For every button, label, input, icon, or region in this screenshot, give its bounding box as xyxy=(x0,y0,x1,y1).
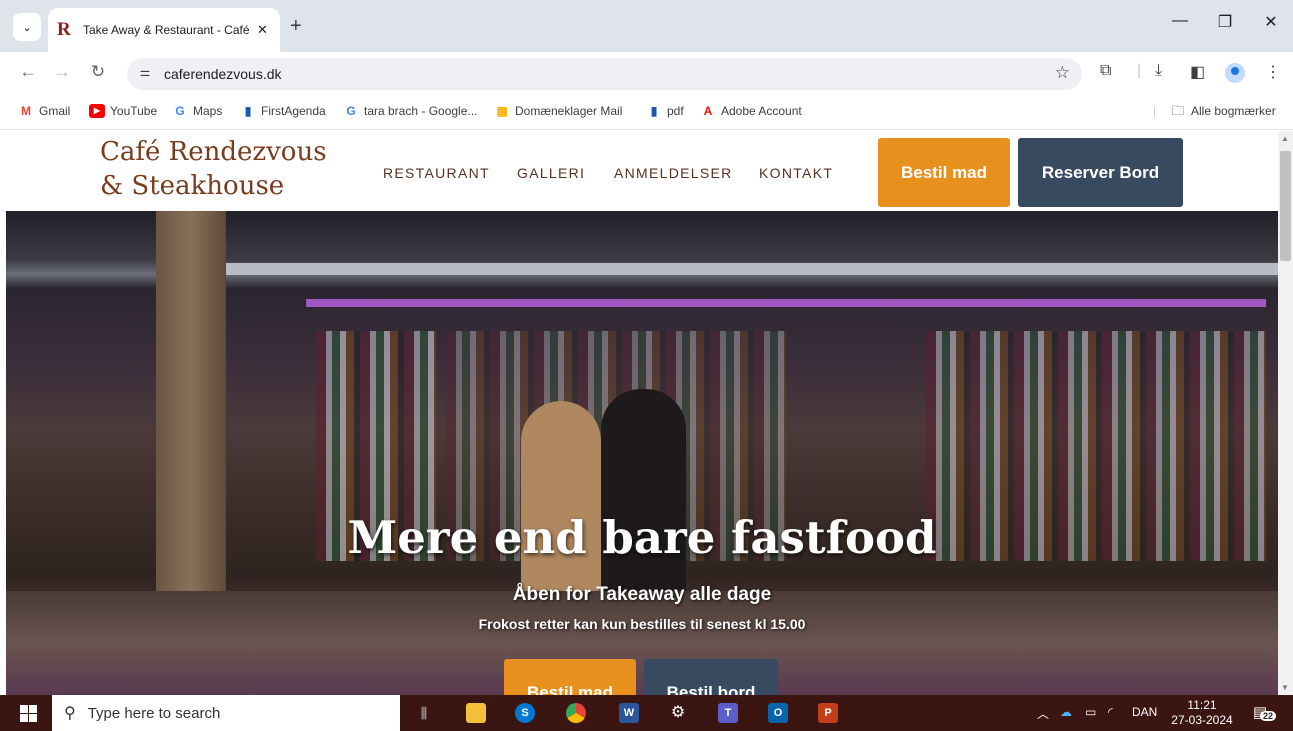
google-icon: G xyxy=(346,104,356,118)
side-panel-icon[interactable]: ◧ xyxy=(1190,62,1205,82)
onedrive-icon[interactable]: ☁ xyxy=(1060,705,1072,719)
hero-banner: Mere end bare fastfood Åben for Takeaway… xyxy=(6,211,1278,695)
back-icon[interactable]: ← xyxy=(16,62,40,82)
folder-icon: 🗀 xyxy=(1171,103,1185,118)
site-logo[interactable]: Café Rendezvous & Steakhouse xyxy=(100,135,327,203)
hero-note: Frokost retter kan kun bestilles til sen… xyxy=(478,616,806,632)
windows-taskbar: ⚲ Type here to search ⫼ S W ⚙ T O P ︿ ☁ … xyxy=(0,695,1293,731)
downloads-icon[interactable]: ⤓ xyxy=(1155,62,1162,80)
nav-restaurant[interactable]: RESTAURANT xyxy=(383,165,490,181)
bookmark-domaeneklager[interactable]: ▦ Domæneklager Mail xyxy=(494,104,622,118)
nav-kontakt[interactable]: KONTAKT xyxy=(759,165,833,181)
file-explorer-icon[interactable] xyxy=(466,703,486,723)
restore-icon[interactable]: ❐ xyxy=(1210,12,1240,32)
page-scrollbar[interactable]: ▲ ▼ xyxy=(1278,131,1293,695)
search-icon: ⚲ xyxy=(64,705,76,722)
hero-subtitle: Åben for Takeaway alle dage xyxy=(512,584,772,605)
notification-count-badge: 22 xyxy=(1260,711,1277,721)
firstagenda-icon: ▮ xyxy=(650,104,658,118)
hero-photo-counter xyxy=(6,591,1278,695)
settings-gear-icon[interactable]: ⚙ xyxy=(668,703,688,723)
reload-icon[interactable]: ↻ xyxy=(86,62,110,82)
web-page: Café Rendezvous & Steakhouse RESTAURANT … xyxy=(0,131,1278,695)
nav-anmeldelser[interactable]: ANMELDELSER xyxy=(614,165,733,181)
toolbar-divider: | xyxy=(1137,62,1142,79)
bookmark-youtube[interactable]: ▶ YouTube xyxy=(89,104,157,118)
logo-line-1: Café Rendezvous xyxy=(100,137,327,167)
active-tab[interactable]: R Take Away & Restaurant - Café ✕ xyxy=(48,8,280,52)
new-tab-button[interactable]: + xyxy=(290,15,302,38)
windows-start-icon[interactable] xyxy=(20,705,37,722)
url-text[interactable]: caferendezvous.dk xyxy=(164,66,282,82)
profile-avatar-icon[interactable] xyxy=(1225,63,1245,83)
gmail-icon: M xyxy=(21,104,31,118)
powerpoint-icon[interactable]: P xyxy=(818,703,838,723)
browser-tab-strip: ⌄ R Take Away & Restaurant - Café ✕ + — … xyxy=(0,0,1293,52)
tab-search-dropdown-icon[interactable]: ⌄ xyxy=(13,13,41,41)
outlook-icon[interactable]: O xyxy=(768,703,788,723)
bookmarks-divider: | xyxy=(1153,104,1157,118)
language-indicator[interactable]: DAN xyxy=(1132,705,1157,719)
scroll-down-icon[interactable]: ▼ xyxy=(1281,683,1289,692)
taskbar-search-placeholder: Type here to search xyxy=(87,704,221,722)
bookmark-firstagenda[interactable]: ▮ FirstAgenda xyxy=(240,104,326,118)
bookmark-tara-brach[interactable]: Gtara brach - Google... xyxy=(343,104,477,118)
task-view-icon[interactable]: ⫼ xyxy=(414,703,434,723)
adobe-icon: A xyxy=(703,104,713,118)
microsoft-icon: ▦ xyxy=(496,104,508,118)
hero-photo-person xyxy=(601,389,686,601)
tab-title: Take Away & Restaurant - Café xyxy=(83,23,250,37)
clock-time: 11:21 xyxy=(1187,698,1217,712)
bookmark-maps[interactable]: G Maps xyxy=(172,104,222,118)
forward-icon[interactable]: → xyxy=(50,62,74,82)
extensions-icon[interactable]: ⧉ xyxy=(1100,62,1111,80)
nav-galleri[interactable]: GALLERI xyxy=(517,165,585,181)
youtube-icon: ▶ xyxy=(89,104,105,118)
word-icon[interactable]: W xyxy=(619,703,639,723)
chrome-icon[interactable] xyxy=(566,703,586,723)
hero-order-button[interactable]: Bestil mad xyxy=(504,659,636,695)
order-food-button[interactable]: Bestil mad xyxy=(878,138,1010,207)
taskbar-search-box[interactable]: ⚲ Type here to search xyxy=(52,695,400,731)
hero-title: Mere end bare fastfood xyxy=(347,511,937,564)
reserve-table-button[interactable]: Reserver Bord xyxy=(1018,138,1183,207)
firstagenda-icon: ▮ xyxy=(244,104,252,118)
wifi-icon[interactable]: ◜ xyxy=(1108,705,1113,719)
minimize-icon[interactable]: — xyxy=(1165,12,1195,30)
logo-line-2: & Steakhouse xyxy=(100,171,285,201)
battery-icon[interactable]: ▭ xyxy=(1085,705,1096,719)
close-tab-icon[interactable]: ✕ xyxy=(257,22,268,38)
more-menu-icon[interactable]: ⋮ xyxy=(1265,62,1281,82)
address-bar[interactable]: ⚌ caferendezvous.dk ☆ xyxy=(127,58,1082,90)
clock-date: 27-03-2024 xyxy=(1171,713,1233,727)
skype-icon[interactable]: S xyxy=(515,703,535,723)
hero-photo-person xyxy=(521,401,601,601)
bookmark-gmail[interactable]: M Gmail xyxy=(18,104,70,118)
google-icon: G xyxy=(175,104,185,118)
bookmark-adobe[interactable]: A Adobe Account xyxy=(700,104,802,118)
all-bookmarks-button[interactable]: 🗀 Alle bogmærker xyxy=(1170,103,1275,119)
bookmark-pdf[interactable]: ▮ pdf xyxy=(646,104,684,118)
close-window-icon[interactable]: ✕ xyxy=(1256,12,1286,32)
teams-icon[interactable]: T xyxy=(718,703,738,723)
tray-chevron-icon[interactable]: ︿ xyxy=(1037,705,1049,722)
site-favicon-icon: R xyxy=(57,19,71,40)
bookmarks-bar: M Gmail ▶ YouTube G Maps ▮ FirstAgenda Gtara… xyxy=(0,96,1293,130)
taskbar-clock[interactable]: 11:21 27-03-2024 xyxy=(1170,698,1234,728)
hero-book-table-button[interactable]: Bestil bord xyxy=(644,659,778,695)
scroll-up-icon[interactable]: ▲ xyxy=(1281,134,1289,143)
scroll-thumb[interactable] xyxy=(1280,151,1291,261)
hero-photo-shelf xyxy=(222,263,1278,275)
bookmark-star-icon[interactable]: ☆ xyxy=(1055,63,1070,83)
site-info-icon[interactable]: ⚌ xyxy=(135,65,155,83)
hero-photo-light xyxy=(306,299,1266,307)
